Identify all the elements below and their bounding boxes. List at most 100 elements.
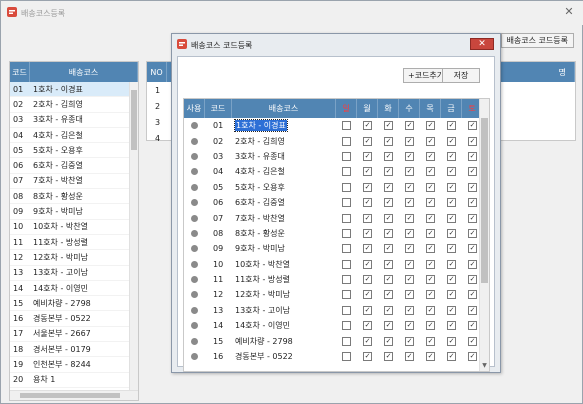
left-vertical-scrollbar[interactable]: [129, 82, 138, 390]
checkbox-fri[interactable]: ✓: [447, 213, 456, 223]
checkbox-thu[interactable]: ✓: [426, 198, 435, 208]
checkbox-tue[interactable]: ✓: [384, 121, 393, 131]
checkbox-sun[interactable]: [342, 182, 351, 192]
table-row[interactable]: 16 경동본부 - 0522: [10, 311, 138, 327]
cell-course[interactable]: 3호차 - 유종대: [232, 151, 336, 162]
checkbox-sat[interactable]: ✓: [468, 228, 477, 238]
checkbox-wed[interactable]: ✓: [405, 336, 414, 346]
table-row[interactable]: 01 1호차 - 이경표: [10, 82, 138, 98]
dialog-vscroll-thumb[interactable]: [481, 118, 488, 283]
checkbox-mon[interactable]: ✓: [363, 136, 372, 146]
checkbox-fri[interactable]: ✓: [447, 305, 456, 315]
checkbox-sat[interactable]: ✓: [468, 275, 477, 285]
cell-course[interactable]: 1호차 - 이경표: [232, 119, 336, 133]
cell-course[interactable]: 13호차 - 고이남: [232, 305, 336, 316]
cell-course[interactable]: 14호차 - 이영민: [232, 320, 336, 331]
checkbox-sun[interactable]: [342, 167, 351, 177]
checkbox-wed[interactable]: ✓: [405, 352, 414, 362]
cell-course[interactable]: 2호차 - 김희영: [232, 136, 336, 147]
checkbox-sat[interactable]: ✓: [468, 167, 477, 177]
checkbox-wed[interactable]: ✓: [405, 228, 414, 238]
code-register-button[interactable]: 배송코스 코드등록: [500, 33, 574, 48]
use-indicator[interactable]: [184, 276, 205, 284]
header-code[interactable]: 코드: [205, 99, 232, 118]
checkbox-wed[interactable]: ✓: [405, 198, 414, 208]
table-row[interactable]: 17 서울본부 - 2667: [10, 327, 138, 343]
checkbox-sun[interactable]: [342, 213, 351, 223]
checkbox-sat[interactable]: ✓: [468, 151, 477, 161]
checkbox-tue[interactable]: ✓: [384, 136, 393, 146]
checkbox-fri[interactable]: ✓: [447, 121, 456, 131]
save-button[interactable]: 저장: [442, 68, 480, 83]
table-row[interactable]: 07 7호차 - 박찬열: [10, 174, 138, 190]
header-thu[interactable]: 목: [420, 99, 441, 118]
left-horizontal-scrollbar[interactable]: [10, 390, 138, 400]
checkbox-mon[interactable]: ✓: [363, 198, 372, 208]
checkbox-sun[interactable]: [342, 259, 351, 269]
checkbox-sun[interactable]: [342, 151, 351, 161]
use-indicator[interactable]: [184, 353, 205, 361]
checkbox-mon[interactable]: ✓: [363, 167, 372, 177]
checkbox-sat[interactable]: ✓: [468, 244, 477, 254]
use-indicator[interactable]: [184, 122, 205, 130]
checkbox-mon[interactable]: ✓: [363, 259, 372, 269]
checkbox-sat[interactable]: ✓: [468, 321, 477, 331]
cell-course[interactable]: 경동본부 - 0522: [232, 351, 336, 362]
checkbox-thu[interactable]: ✓: [426, 182, 435, 192]
table-row[interactable]: 03 3호차 - 유종대 ✓ ✓ ✓ ✓ ✓ ✓: [184, 149, 489, 164]
checkbox-tue[interactable]: ✓: [384, 244, 393, 254]
table-row[interactable]: 13 13호차 - 고이남: [10, 266, 138, 281]
checkbox-tue[interactable]: ✓: [384, 198, 393, 208]
checkbox-wed[interactable]: ✓: [405, 167, 414, 177]
left-hscroll-thumb[interactable]: [20, 393, 120, 398]
checkbox-fri[interactable]: ✓: [447, 321, 456, 331]
checkbox-fri[interactable]: ✓: [447, 244, 456, 254]
cell-course[interactable]: 예비차량 - 2798: [232, 336, 336, 347]
header-use[interactable]: 사용: [184, 99, 205, 118]
header-fri[interactable]: 금: [441, 99, 462, 118]
checkbox-mon[interactable]: ✓: [363, 151, 372, 161]
checkbox-tue[interactable]: ✓: [384, 151, 393, 161]
use-indicator[interactable]: [184, 229, 205, 237]
checkbox-tue[interactable]: ✓: [384, 305, 393, 315]
cell-course[interactable]: 12호차 - 박미남: [232, 289, 336, 300]
checkbox-mon[interactable]: ✓: [363, 213, 372, 223]
cell-course[interactable]: 9호차 - 박미남: [232, 243, 336, 254]
table-row[interactable]: 08 8호차 - 황성운 ✓ ✓ ✓ ✓ ✓ ✓: [184, 226, 489, 241]
checkbox-thu[interactable]: ✓: [426, 321, 435, 331]
checkbox-thu[interactable]: ✓: [426, 244, 435, 254]
cell-course[interactable]: 7호차 - 박찬열: [232, 213, 336, 224]
use-indicator[interactable]: [184, 322, 205, 330]
checkbox-wed[interactable]: ✓: [405, 121, 414, 131]
checkbox-fri[interactable]: ✓: [447, 336, 456, 346]
checkbox-fri[interactable]: ✓: [447, 352, 456, 362]
checkbox-tue[interactable]: ✓: [384, 336, 393, 346]
header-no[interactable]: NO: [147, 62, 167, 82]
table-row[interactable]: 16 경동본부 - 0522 ✓ ✓ ✓ ✓ ✓ ✓: [184, 349, 489, 364]
checkbox-sun[interactable]: [342, 336, 351, 346]
checkbox-tue[interactable]: ✓: [384, 352, 393, 362]
checkbox-sun[interactable]: [342, 275, 351, 285]
checkbox-tue[interactable]: ✓: [384, 228, 393, 238]
checkbox-thu[interactable]: ✓: [426, 275, 435, 285]
checkbox-fri[interactable]: ✓: [447, 151, 456, 161]
checkbox-tue[interactable]: ✓: [384, 321, 393, 331]
checkbox-mon[interactable]: ✓: [363, 352, 372, 362]
checkbox-fri[interactable]: ✓: [447, 167, 456, 177]
table-row[interactable]: 07 7호차 - 박찬열 ✓ ✓ ✓ ✓ ✓ ✓: [184, 210, 489, 225]
table-row[interactable]: 11 11호차 - 방성렬 ✓ ✓ ✓ ✓ ✓ ✓: [184, 272, 489, 287]
table-row[interactable]: 08 8호차 - 황성운: [10, 189, 138, 205]
checkbox-mon[interactable]: ✓: [363, 336, 372, 346]
checkbox-mon[interactable]: ✓: [363, 305, 372, 315]
table-row[interactable]: 18 경서본부 - 0179: [10, 342, 138, 358]
table-row[interactable]: 04 4호차 - 김은철 ✓ ✓ ✓ ✓ ✓ ✓: [184, 164, 489, 179]
checkbox-tue[interactable]: ✓: [384, 213, 393, 223]
checkbox-sun[interactable]: [342, 198, 351, 208]
checkbox-mon[interactable]: ✓: [363, 121, 372, 131]
header-course[interactable]: 배송코스: [30, 62, 138, 82]
table-row[interactable]: 13 13호차 - 고이남 ✓ ✓ ✓ ✓ ✓ ✓: [184, 303, 489, 318]
checkbox-wed[interactable]: ✓: [405, 305, 414, 315]
cell-course[interactable]: 6호차 - 김중열: [232, 197, 336, 208]
checkbox-fri[interactable]: ✓: [447, 228, 456, 238]
checkbox-thu[interactable]: ✓: [426, 228, 435, 238]
